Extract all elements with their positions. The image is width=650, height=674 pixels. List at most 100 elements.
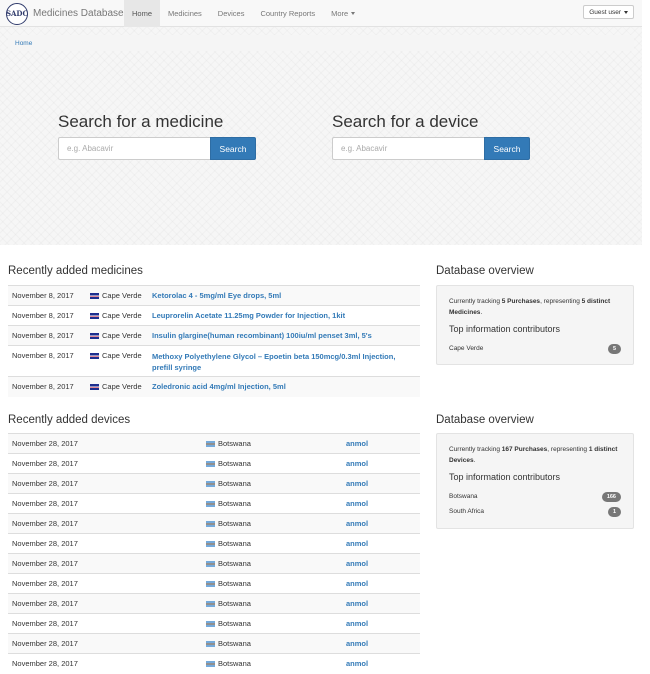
device-search-input[interactable] — [332, 137, 484, 160]
device-country: Botswana — [202, 533, 342, 554]
medicines-contributors-title: Top information contributors — [449, 324, 561, 334]
medicine-link[interactable]: Methoxy Polyethylene Glycol – Epoetin be… — [148, 345, 420, 377]
medicine-link[interactable]: Insulin glargine(human recombinant) 100i… — [148, 325, 420, 346]
medicine-country: Cape Verde — [86, 285, 148, 306]
devices-contributors-title: Top information contributors — [449, 472, 561, 482]
device-link[interactable]: anmol — [342, 433, 420, 454]
device-link[interactable]: anmol — [342, 533, 420, 554]
device-date: November 28, 2017 — [8, 573, 202, 594]
table-row: November 28, 2017 Botswana anmol — [8, 653, 420, 674]
medicines-tracking-text: Currently tracking 5 Purchases, represen… — [449, 298, 611, 316]
brand-link[interactable]: SADC Medicines Database — [6, 2, 124, 25]
device-country: Botswana — [202, 633, 342, 654]
contributor-count-badge: 1 — [607, 506, 621, 517]
nav-country-reports[interactable]: Country Reports — [252, 0, 323, 27]
device-search-button[interactable]: Search — [484, 137, 530, 160]
device-date: November 28, 2017 — [8, 653, 202, 674]
medicine-search: Search for a medicine Search — [58, 111, 256, 160]
table-row: November 8, 2017 Cape Verde Ketorolac 4 … — [8, 285, 420, 306]
botswana-flag-icon — [206, 480, 215, 487]
devices-tracking-text: Currently tracking 167 Purchases, repres… — [449, 446, 618, 464]
botswana-flag-icon — [206, 620, 215, 627]
nav-more-dropdown[interactable]: More — [323, 0, 363, 27]
devices-overview-title: Database overview — [436, 414, 534, 426]
nav-devices[interactable]: Devices — [210, 0, 253, 27]
table-row: November 28, 2017 Botswana anmol — [8, 513, 420, 534]
main-nav: Home Medicines Devices Country Reports M… — [124, 0, 363, 27]
contributor-count-badge: 5 — [607, 343, 621, 354]
medicine-date: November 8, 2017 — [8, 325, 86, 346]
medicine-date: November 8, 2017 — [8, 345, 86, 377]
medicine-date: November 8, 2017 — [8, 285, 86, 306]
guest-user-dropdown[interactable]: Guest user — [583, 5, 634, 19]
botswana-flag-icon — [206, 440, 215, 447]
medicine-search-button[interactable]: Search — [210, 137, 256, 160]
contributor-count-badge: 166 — [601, 491, 621, 502]
caret-down-icon — [351, 12, 356, 15]
device-link[interactable]: anmol — [342, 653, 420, 674]
medicine-search-input[interactable] — [58, 137, 210, 160]
table-row: November 28, 2017 Botswana anmol — [8, 573, 420, 594]
table-row: November 28, 2017 Botswana anmol — [8, 553, 420, 574]
recent-medicines-title: Recently added medicines — [8, 265, 143, 277]
caret-down-icon — [624, 10, 628, 14]
table-row: November 28, 2017 Botswana anmol — [8, 593, 420, 614]
device-country: Botswana — [202, 493, 342, 514]
recent-medicines-table: November 8, 2017 Cape Verde Ketorolac 4 … — [8, 285, 420, 397]
hero-search: Home Search for a medicine Search Search… — [0, 27, 642, 245]
device-link[interactable]: anmol — [342, 573, 420, 594]
medicine-link[interactable]: Leuprorelin Acetate 11.25mg Powder for I… — [148, 305, 420, 326]
medicine-link[interactable]: Ketorolac 4 - 5mg/ml Eye drops, 5ml — [148, 285, 420, 306]
device-link[interactable]: anmol — [342, 633, 420, 654]
nav-home[interactable]: Home — [124, 0, 161, 27]
medicine-link[interactable]: Zoledronic acid 4mg/ml Injection, 5ml — [148, 376, 420, 397]
botswana-flag-icon — [206, 580, 215, 587]
table-row: November 28, 2017 Botswana anmol — [8, 453, 420, 474]
medicine-country: Cape Verde — [86, 325, 148, 346]
device-country: Botswana — [202, 553, 342, 574]
device-date: November 28, 2017 — [8, 533, 202, 554]
device-date: November 28, 2017 — [8, 633, 202, 654]
list-item: South Africa 1 — [449, 504, 621, 519]
table-row: November 28, 2017 Botswana anmol — [8, 473, 420, 494]
table-row: November 8, 2017 Cape Verde Methoxy Poly… — [8, 345, 420, 377]
navbar: SADC Medicines Database Home Medicines D… — [0, 0, 642, 27]
recent-devices-table: November 28, 2017 Botswana anmol November 2… — [8, 433, 420, 674]
table-row: November 28, 2017 Botswana anmol — [8, 613, 420, 634]
breadcrumb: Home — [8, 35, 634, 51]
table-row: November 8, 2017 Cape Verde Insulin glar… — [8, 325, 420, 346]
table-row: November 28, 2017 Botswana anmol — [8, 433, 420, 454]
botswana-flag-icon — [206, 600, 215, 607]
cape-verde-flag-icon — [90, 292, 99, 299]
device-search: Search for a device Search — [332, 111, 530, 160]
device-link[interactable]: anmol — [342, 453, 420, 474]
device-link[interactable]: anmol — [342, 553, 420, 574]
device-country: Botswana — [202, 433, 342, 454]
botswana-flag-icon — [206, 560, 215, 567]
contributor-name: Botswana — [449, 493, 478, 500]
cape-verde-flag-icon — [90, 383, 99, 390]
device-link[interactable]: anmol — [342, 493, 420, 514]
table-row: November 8, 2017 Cape Verde Leuprorelin … — [8, 305, 420, 326]
device-link[interactable]: anmol — [342, 593, 420, 614]
botswana-flag-icon — [206, 500, 215, 507]
device-link[interactable]: anmol — [342, 473, 420, 494]
device-date: November 28, 2017 — [8, 553, 202, 574]
medicine-country: Cape Verde — [86, 305, 148, 326]
device-country: Botswana — [202, 593, 342, 614]
list-item: Cape Verde 5 — [449, 341, 621, 356]
nav-medicines[interactable]: Medicines — [160, 0, 210, 27]
table-row: November 8, 2017 Cape Verde Zoledronic a… — [8, 376, 420, 397]
device-country: Botswana — [202, 453, 342, 474]
medicines-overview-panel: Currently tracking 5 Purchases, represen… — [436, 285, 634, 365]
devices-overview-panel: Currently tracking 167 Purchases, repres… — [436, 433, 634, 529]
breadcrumb-home[interactable]: Home — [15, 40, 32, 47]
device-date: November 28, 2017 — [8, 453, 202, 474]
cape-verde-flag-icon — [90, 352, 99, 359]
device-date: November 28, 2017 — [8, 433, 202, 454]
device-country: Botswana — [202, 613, 342, 634]
device-link[interactable]: anmol — [342, 613, 420, 634]
device-link[interactable]: anmol — [342, 513, 420, 534]
list-item: Botswana 166 — [449, 489, 621, 504]
device-country: Botswana — [202, 513, 342, 534]
